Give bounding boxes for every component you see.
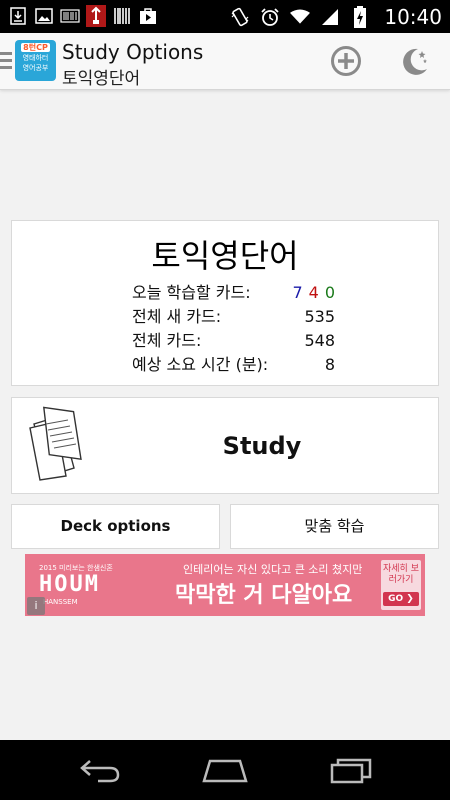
ad-headline-small: 인테리어는 자신 있다고 큰 소리 쳤지만	[183, 563, 363, 576]
barcode-icon	[112, 5, 132, 27]
deck-name: 토익영단어	[151, 237, 299, 275]
new-count: 7	[292, 283, 303, 302]
info-icon[interactable]: i	[27, 597, 45, 615]
app-logo-line3: 영어공부	[22, 64, 49, 72]
deck-stats: 오늘 학습할 카드: 740 전체 새 카드: 535 전체 카드: 548 예…	[132, 281, 335, 377]
ad-cta-button[interactable]: 자세히 보러가기 GO ❯	[381, 560, 421, 610]
page-title: Study Options	[62, 40, 204, 64]
new-total-value: 535	[304, 307, 335, 326]
wifi-icon	[290, 6, 311, 28]
deck-info-card: 토익영단어 오늘 학습할 카드: 740 전체 새 카드: 535 전체 카드:…	[11, 220, 439, 386]
status-bar: 10:40	[0, 0, 450, 33]
study-button[interactable]: Study	[11, 397, 439, 494]
learning-count: 4	[308, 283, 319, 302]
study-label: Study	[222, 432, 302, 460]
back-icon[interactable]	[78, 755, 122, 785]
recents-icon[interactable]	[330, 755, 374, 785]
play-store-icon	[138, 5, 158, 27]
total-value: 548	[304, 331, 335, 350]
new-total-label: 전체 새 카드:	[132, 307, 222, 326]
review-count: 0	[324, 283, 335, 302]
page-subtitle: 토익영단어	[62, 69, 141, 89]
eta-label: 예상 소요 시간 (분):	[132, 355, 269, 374]
barcode-reader-icon	[60, 5, 80, 27]
app-logo[interactable]: 8턴CP 영태하터 영어공부	[15, 40, 56, 81]
alarm-icon	[260, 6, 280, 28]
total-label: 전체 카드:	[132, 331, 202, 350]
ad-headline: 막막한 거 다알아요	[175, 583, 353, 608]
eta-row: 예상 소요 시간 (분): 8	[132, 353, 335, 377]
ad-cta-text: 자세히 보러가기	[383, 564, 419, 585]
clock: 10:40	[384, 4, 442, 29]
app-notification-icon	[86, 5, 106, 27]
custom-study-button[interactable]: 맞춤 학습	[230, 504, 439, 549]
ad-company: HANSSEM	[43, 598, 78, 606]
home-icon[interactable]	[202, 755, 248, 785]
today-row: 오늘 학습할 카드: 740	[132, 281, 335, 305]
add-circle-icon[interactable]	[330, 45, 362, 77]
new-total-row: 전체 새 카드: 535	[132, 305, 335, 329]
cards-icon	[26, 406, 92, 486]
today-counts: 740	[292, 281, 335, 305]
image-icon	[34, 5, 54, 27]
ad-banner[interactable]: 2015 미리보는 한샘신혼 HOUM HANSSEM 인테리어는 자신 있다고…	[25, 554, 425, 616]
app-logo-line1: 8턴CP	[21, 43, 50, 52]
battery-charging-icon	[350, 5, 370, 28]
navigation-bar	[0, 740, 450, 800]
eta-value: 8	[324, 355, 335, 374]
vibrate-icon	[230, 6, 250, 28]
app-logo-line2: 영태하터	[22, 54, 49, 62]
menu-icon[interactable]	[0, 52, 12, 73]
total-row: 전체 카드: 548	[132, 329, 335, 353]
ad-go-button[interactable]: GO ❯	[383, 592, 419, 606]
download-icon	[8, 5, 28, 27]
ad-brand: HOUM	[39, 572, 100, 597]
signal-icon	[320, 6, 340, 28]
today-label: 오늘 학습할 카드:	[132, 283, 251, 302]
action-bar: 8턴CP 영태하터 영어공부 Study Options 토익영단어	[0, 33, 450, 90]
deck-options-button[interactable]: Deck options	[11, 504, 220, 549]
night-mode-icon[interactable]	[398, 45, 430, 77]
